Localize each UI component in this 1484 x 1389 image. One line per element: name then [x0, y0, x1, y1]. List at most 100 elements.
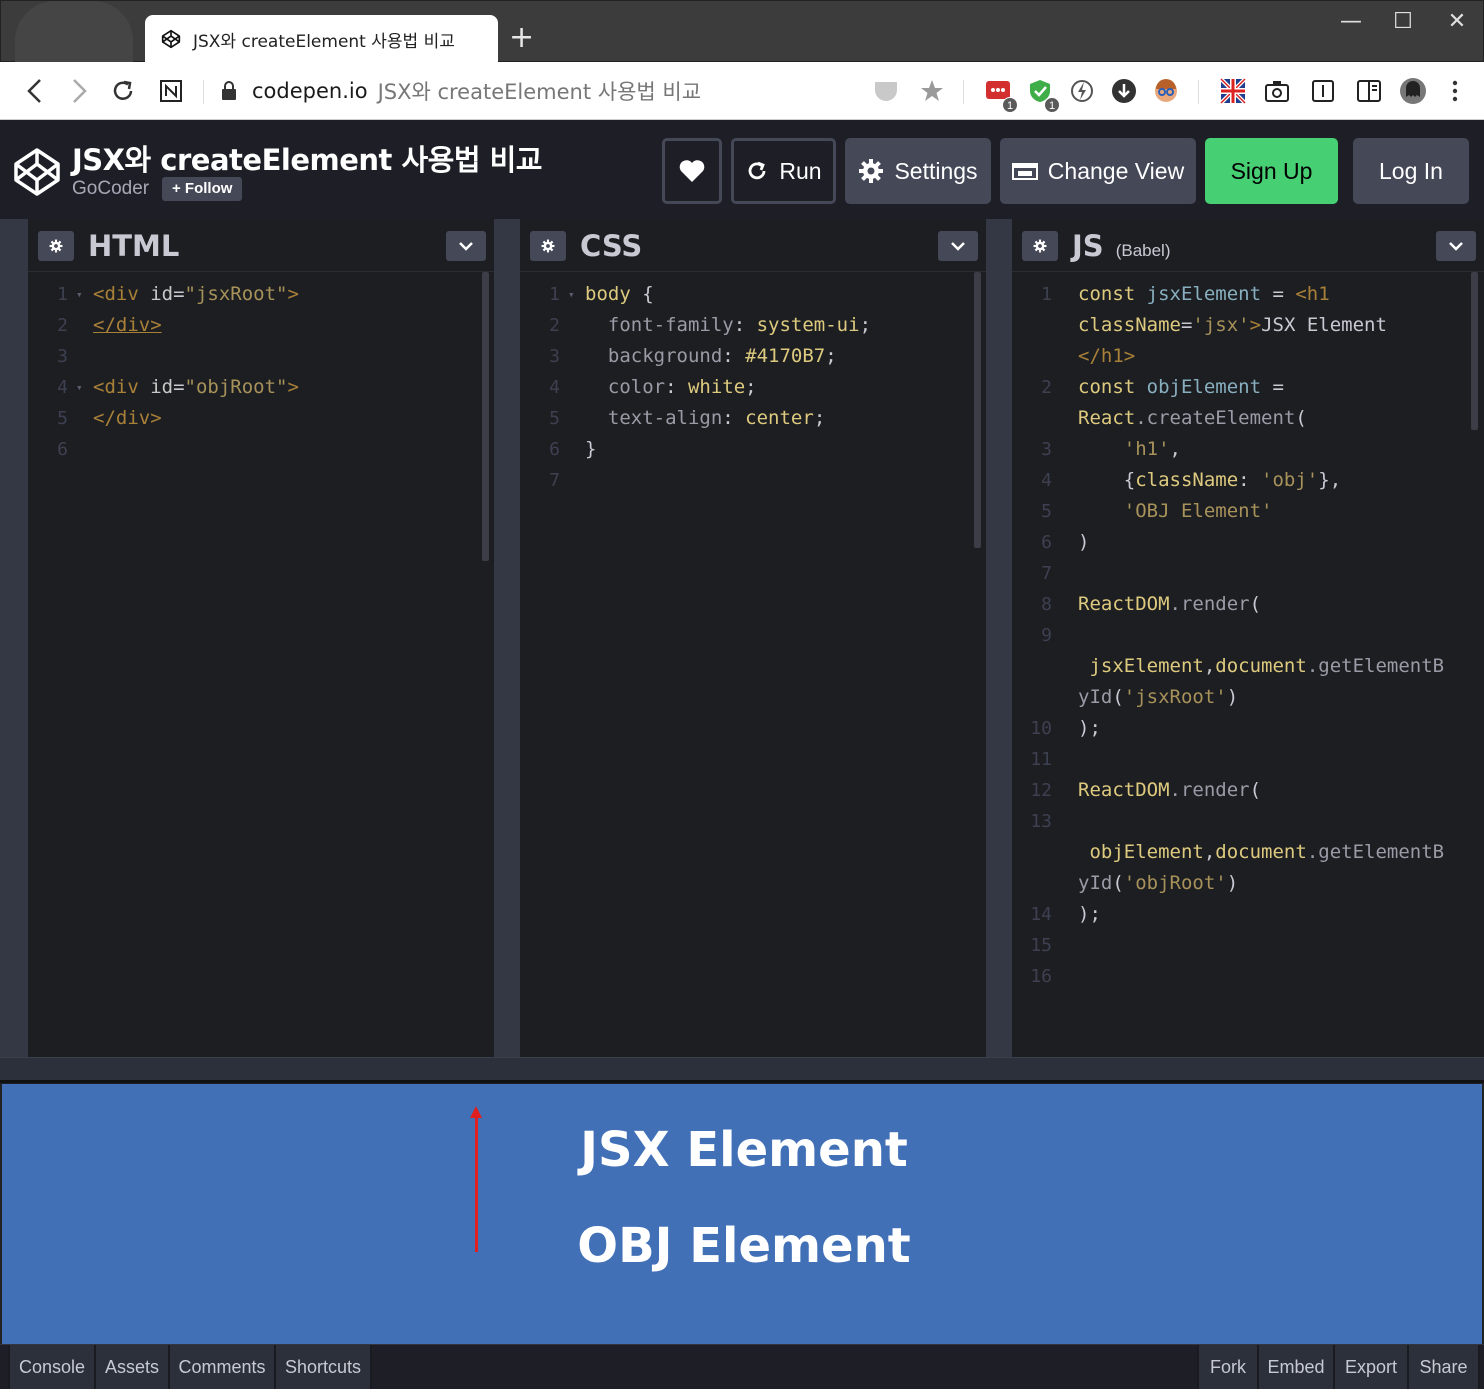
code-line[interactable]: 6) — [1012, 527, 1484, 558]
code-line[interactable]: 3 'h1', — [1012, 434, 1484, 465]
code-line[interactable]: 1 ▾ <div id="jsxRoot"> — [28, 279, 494, 310]
code-line[interactable]: 8 ReactDOM.render( — [1012, 589, 1484, 620]
browser-menu-icon[interactable] — [1441, 77, 1469, 105]
uk-flag-extension-icon[interactable] — [1219, 77, 1247, 105]
code-line[interactable]: 7 — [520, 465, 986, 496]
shield-extension-icon[interactable]: 1 — [1026, 77, 1060, 113]
code-line[interactable]: 1 const jsxElement = <h1 — [1012, 279, 1484, 310]
html-collapse-button[interactable] — [446, 231, 486, 261]
css-editor[interactable]: CSS 1 ▾ body {2 font-family: system-ui; 3 b… — [520, 219, 986, 1057]
code-line[interactable]: 2 const objElement = — [1012, 372, 1484, 403]
comments-button[interactable]: Comments — [168, 1345, 276, 1389]
code-line[interactable]: 6} — [520, 434, 986, 465]
profile-avatar-icon[interactable] — [1399, 77, 1427, 105]
css-settings-button[interactable] — [530, 231, 566, 261]
js-settings-button[interactable] — [1022, 231, 1058, 261]
code-line[interactable]: className='jsx'>JSX Element — [1012, 310, 1484, 341]
codepen-logo-icon[interactable] — [12, 147, 62, 197]
export-button[interactable]: Export — [1333, 1345, 1409, 1389]
minimize-icon[interactable]: — — [1331, 7, 1371, 37]
fold-arrow-icon[interactable]: ▾ — [568, 279, 575, 310]
shortcuts-button[interactable]: Shortcuts — [274, 1345, 372, 1389]
code-line[interactable]: 3 — [28, 341, 494, 372]
console-button[interactable]: Console — [8, 1345, 96, 1389]
new-tab-button[interactable]: + — [509, 23, 534, 53]
code-line[interactable]: 11 — [1012, 744, 1484, 775]
fold-arrow-icon[interactable]: ▾ — [76, 279, 83, 310]
forward-icon[interactable] — [64, 76, 94, 106]
code-line[interactable]: 3 background: #4170B7; — [520, 341, 986, 372]
sign-up-button[interactable]: Sign Up — [1205, 138, 1338, 204]
code-line[interactable]: 14); — [1012, 899, 1484, 930]
heart-button[interactable] — [662, 138, 722, 204]
code-line[interactable]: 2 </div> — [28, 310, 494, 341]
code-line[interactable]: 13 — [1012, 806, 1484, 837]
code-line[interactable]: 4 {className: 'obj'}, — [1012, 465, 1484, 496]
address-bar[interactable]: codepen.io JSX와 createElement 사용법 비교 — [220, 74, 701, 108]
log-in-button[interactable]: Log In — [1353, 138, 1469, 204]
code-token: JSX Element — [1261, 314, 1387, 336]
reader-extension-icon[interactable] — [1309, 77, 1337, 105]
run-button[interactable]: Run — [731, 138, 836, 204]
lightning-extension-icon[interactable] — [1068, 77, 1096, 105]
editor-resize-handle[interactable] — [494, 219, 520, 1057]
code-line[interactable]: yId('objRoot') — [1012, 868, 1484, 899]
embed-button[interactable]: Embed — [1257, 1345, 1335, 1389]
code-line[interactable]: 12 ReactDOM.render( — [1012, 775, 1484, 806]
js-collapse-button[interactable] — [1436, 231, 1476, 261]
preview-resize-bar[interactable] — [0, 1057, 1484, 1083]
download-icon[interactable] — [1110, 77, 1138, 105]
css-collapse-button[interactable] — [938, 231, 978, 261]
back-icon[interactable] — [20, 76, 50, 106]
pen-title[interactable]: JSX와 createElement 사용법 비교 — [72, 137, 542, 179]
html-settings-button[interactable] — [38, 231, 74, 261]
code-line[interactable]: 15 — [1012, 930, 1484, 961]
maximize-icon[interactable]: ☐ — [1383, 7, 1423, 37]
editor-resize-handle[interactable] — [0, 219, 28, 1057]
notion-extension-icon[interactable] — [156, 76, 186, 106]
code-line[interactable]: objElement,document.getElementB — [1012, 837, 1484, 868]
js-editor[interactable]: JS (Babel) 1 const jsxElement = <h1 classNa… — [1012, 219, 1484, 1057]
code-line[interactable]: 16 — [1012, 961, 1484, 992]
code-line[interactable]: 5 'OBJ Element' — [1012, 496, 1484, 527]
split-view-icon[interactable] — [1355, 77, 1383, 105]
code-line[interactable]: 5 </div> — [28, 403, 494, 434]
fork-button[interactable]: Fork — [1197, 1345, 1259, 1389]
css-code[interactable]: 1 ▾ body {2 font-family: system-ui; 3 backg… — [520, 279, 986, 496]
settings-button[interactable]: Settings — [845, 138, 991, 204]
js-scrollbar[interactable] — [1471, 272, 1478, 430]
css-scrollbar[interactable] — [974, 272, 981, 548]
html-code[interactable]: 1 ▾ <div id="jsxRoot"> 2 </div> 3 4 ▾ <div id="o… — [28, 279, 494, 465]
close-icon[interactable]: ✕ — [1437, 7, 1477, 37]
code-line[interactable]: React.createElement( — [1012, 403, 1484, 434]
js-code[interactable]: 1 const jsxElement = <h1 className='jsx'>J… — [1012, 279, 1484, 992]
code-line[interactable]: 4 color: white; — [520, 372, 986, 403]
code-line[interactable]: 10); — [1012, 713, 1484, 744]
change-view-button[interactable]: Change View — [1000, 138, 1196, 204]
share-button[interactable]: Share — [1407, 1345, 1480, 1389]
extension-red-icon[interactable]: 1 — [984, 77, 1018, 113]
html-editor[interactable]: HTML 1 ▾ <div id="jsxRoot"> 2 </div> 3 4 ▾ <div … — [28, 219, 494, 1057]
assets-button[interactable]: Assets — [94, 1345, 170, 1389]
code-line[interactable]: 5 text-align: center; — [520, 403, 986, 434]
code-line[interactable]: 1 ▾ body { — [520, 279, 986, 310]
editor-resize-handle[interactable] — [986, 219, 1012, 1057]
html-scrollbar[interactable] — [482, 272, 489, 561]
code-line[interactable]: 2 font-family: system-ui; — [520, 310, 986, 341]
code-line[interactable]: 9 — [1012, 620, 1484, 651]
bookmark-star-icon[interactable] — [918, 77, 946, 105]
code-line[interactable]: 4 ▾ <div id="objRoot"> — [28, 372, 494, 403]
code-line[interactable]: </h1> — [1012, 341, 1484, 372]
camera-icon[interactable] — [1263, 77, 1291, 105]
follow-button[interactable]: + Follow — [162, 177, 243, 201]
code-line[interactable]: 7 — [1012, 558, 1484, 589]
code-line[interactable]: jsxElement,document.getElementB — [1012, 651, 1484, 682]
reload-icon[interactable] — [108, 76, 138, 106]
code-line[interactable]: 6 — [28, 434, 494, 465]
avatar-extension-icon[interactable] — [1152, 77, 1180, 105]
code-line[interactable]: yId('jsxRoot') — [1012, 682, 1484, 713]
pen-author[interactable]: GoCoder — [72, 178, 149, 200]
browser-tab-active[interactable]: JSX와 createElement 사용법 비교 — [145, 15, 498, 63]
fold-arrow-icon[interactable]: ▾ — [76, 372, 83, 403]
pocket-icon[interactable] — [872, 77, 900, 105]
